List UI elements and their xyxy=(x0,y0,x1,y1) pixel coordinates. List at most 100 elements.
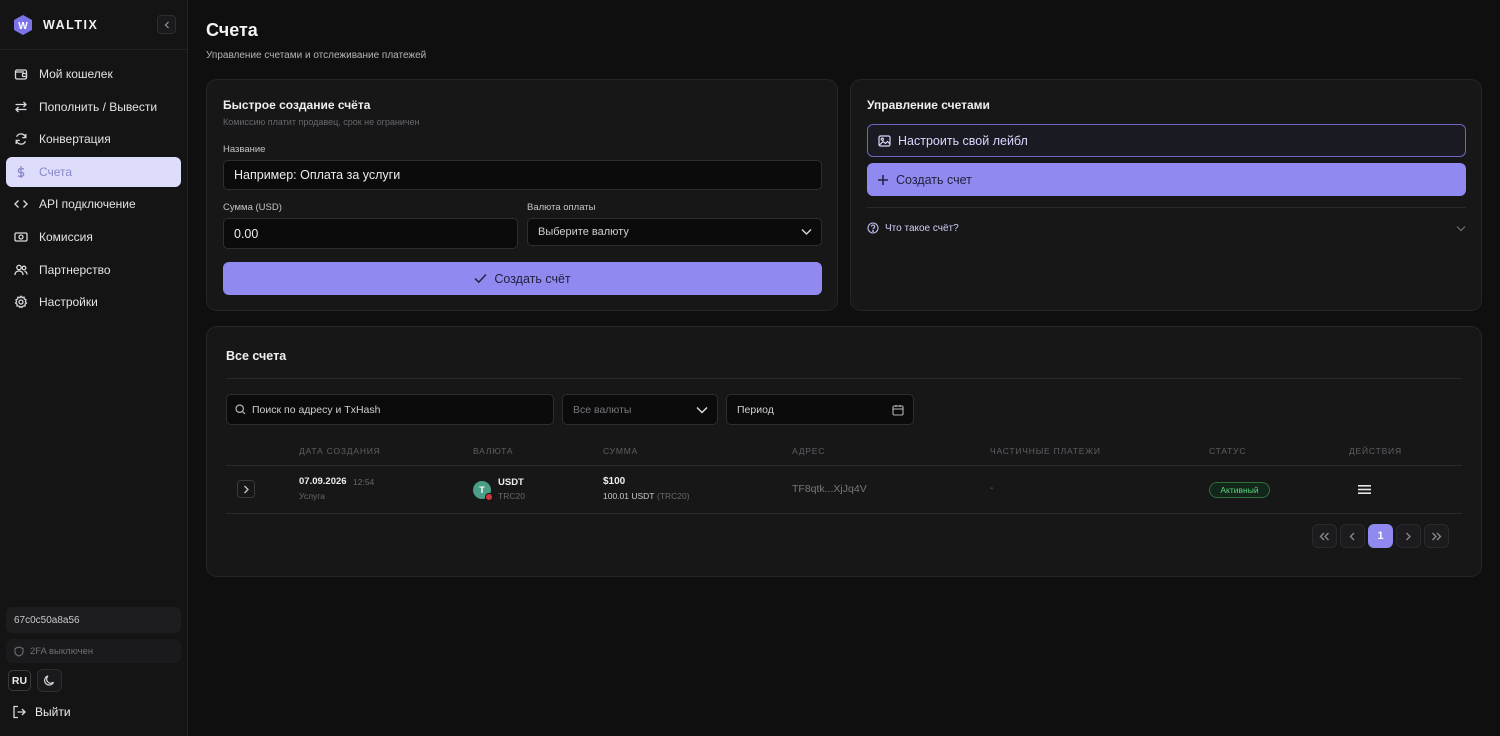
period-placeholder: Период xyxy=(737,403,774,416)
chevron-left-icon xyxy=(1349,532,1355,540)
col-created-date: Дата создания xyxy=(299,446,381,456)
sidebar-item-label: API подключение xyxy=(39,197,136,212)
row-address[interactable]: TF8qtk...XjJq4V xyxy=(792,483,867,495)
chevron-down-icon xyxy=(1456,225,1466,231)
brand-name: WALTIX xyxy=(43,18,99,32)
create-invoice-secondary-button[interactable]: Создать счет xyxy=(867,163,1466,196)
sidebar-item-label: Мой кошелек xyxy=(39,67,113,81)
divider xyxy=(226,378,1462,379)
amount-label: Сумма (USD) xyxy=(223,202,282,213)
sidebar-item-label: Пополнить / Вывести xyxy=(39,99,158,114)
sidebar-item-deposit-withdraw[interactable]: Пополнить / Вывести xyxy=(6,92,181,122)
waltix-logo-icon: W xyxy=(14,15,32,35)
logout-button[interactable]: Выйти xyxy=(12,705,71,719)
page-1-button[interactable]: 1 xyxy=(1368,524,1393,548)
logout-label: Выйти xyxy=(35,705,71,719)
sidebar-nav: Мой кошелек Пополнить / Вывести Конверта… xyxy=(6,59,181,320)
plus-icon xyxy=(878,174,888,185)
wallet-icon xyxy=(14,69,28,80)
currency-select[interactable]: Выберите валюту xyxy=(527,218,822,246)
twofa-status[interactable]: 2FA выключен xyxy=(6,639,181,663)
check-icon xyxy=(474,273,487,284)
chevron-right-icon xyxy=(1406,532,1411,540)
sidebar-item-api[interactable]: API подключение xyxy=(6,189,181,219)
svg-text:W: W xyxy=(18,21,28,32)
search-input[interactable]: Поиск по адресу и TxHash xyxy=(226,394,554,425)
tether-icon: T xyxy=(473,481,493,501)
row-date: 07.09.2026 xyxy=(299,476,347,487)
row-actions-button[interactable] xyxy=(1357,483,1372,496)
first-page-button[interactable] xyxy=(1312,524,1337,548)
status-badge: Активный xyxy=(1209,482,1270,498)
chevron-right-icon xyxy=(243,485,249,493)
quick-create-card: Быстрое создание счёта Комиссию платит п… xyxy=(206,79,838,311)
row-amount-network: (TRC20) xyxy=(657,491,690,501)
calendar-icon xyxy=(892,405,904,416)
table-row[interactable]: 07.09.2026 12:54 Услуга T USDT TRC20 $10… xyxy=(226,466,1462,513)
col-partial-payments: Частичные платежи xyxy=(990,446,1101,456)
sidebar-item-partnership[interactable]: Партнерство xyxy=(6,255,181,285)
custom-label-button[interactable]: Настроить свой лейбл xyxy=(867,124,1466,157)
help-circle-icon xyxy=(867,222,879,234)
image-icon xyxy=(878,134,891,147)
logout-icon xyxy=(13,705,26,719)
chevron-down-icon xyxy=(696,407,708,414)
banknote-icon xyxy=(14,232,28,242)
brand[interactable]: W WALTIX xyxy=(12,12,98,38)
col-status: Статус xyxy=(1209,446,1247,456)
theme-toggle-button[interactable] xyxy=(37,669,62,692)
divider xyxy=(226,513,1462,514)
currency-label: Валюта оплаты xyxy=(527,202,596,213)
sidebar-item-wallet[interactable]: Мой кошелек xyxy=(6,59,181,89)
row-currency: USDT xyxy=(498,477,524,488)
custom-label-label: Настроить свой лейбл xyxy=(898,133,1028,148)
twofa-label: 2FA выключен xyxy=(30,645,94,657)
invoice-name-input[interactable]: Например: Оплата за услуги xyxy=(223,160,822,190)
row-partial: - xyxy=(990,483,994,494)
sidebar-item-invoices[interactable]: Счета xyxy=(6,156,181,187)
faq-label: Что такое счёт? xyxy=(885,222,959,234)
expand-row-button[interactable] xyxy=(237,480,255,498)
menu-icon xyxy=(1358,485,1371,494)
arrows-swap-icon xyxy=(15,101,27,113)
create-invoice-label: Создать счёт xyxy=(494,271,571,286)
last-page-button[interactable] xyxy=(1424,524,1449,548)
faq-what-is-invoice[interactable]: Что такое счёт? xyxy=(867,219,1466,237)
row-time: 12:54 xyxy=(353,477,375,487)
chevrons-right-icon xyxy=(1432,532,1442,540)
manage-invoices-card: Управление счетами Настроить свой лейбл … xyxy=(850,79,1482,311)
divider xyxy=(0,49,187,50)
amount-input[interactable]: 0.00 xyxy=(223,218,518,249)
currency-select-value: Выберите валюту xyxy=(538,226,629,238)
col-actions: Действия xyxy=(1349,446,1402,456)
create-invoice-button[interactable]: Создать счёт xyxy=(223,262,822,295)
search-icon xyxy=(235,404,246,415)
create-invoice-secondary-label: Создать счет xyxy=(896,172,972,187)
period-input[interactable]: Период xyxy=(726,394,914,425)
refresh-icon xyxy=(15,133,27,145)
language-button[interactable]: RU xyxy=(8,670,31,691)
prev-page-button[interactable] xyxy=(1340,524,1365,548)
next-page-button[interactable] xyxy=(1396,524,1421,548)
collapse-sidebar-button[interactable] xyxy=(157,15,176,34)
moon-icon xyxy=(44,675,55,686)
gear-icon xyxy=(14,295,28,309)
chevron-left-icon xyxy=(164,21,169,28)
search-placeholder: Поиск по адресу и TxHash xyxy=(252,403,381,416)
name-label: Название xyxy=(223,144,266,155)
all-invoices-card: Все счета xyxy=(206,326,1482,577)
sidebar-item-label: Комиссия xyxy=(39,229,93,244)
sidebar-item-commission[interactable]: Комиссия xyxy=(6,222,181,252)
all-invoices-title: Все счета xyxy=(226,349,287,363)
row-type: Услуга xyxy=(299,491,325,501)
sidebar-item-settings[interactable]: Настройки xyxy=(6,287,181,317)
sidebar-item-convert[interactable]: Конвертация xyxy=(6,124,181,154)
page-subtitle: Управление счетами и отслеживание платеж… xyxy=(206,50,427,61)
manage-title: Управление счетами xyxy=(867,98,990,112)
wallet-id[interactable]: 67c0c50a8a56 xyxy=(6,607,181,633)
col-currency: Валюта xyxy=(473,446,514,456)
currency-filter-select[interactable]: Все валюты xyxy=(562,394,718,425)
tron-network-icon xyxy=(485,493,493,501)
quick-create-subtitle: Комиссию платит продавец, срок не ограни… xyxy=(223,117,420,127)
divider xyxy=(867,207,1466,208)
